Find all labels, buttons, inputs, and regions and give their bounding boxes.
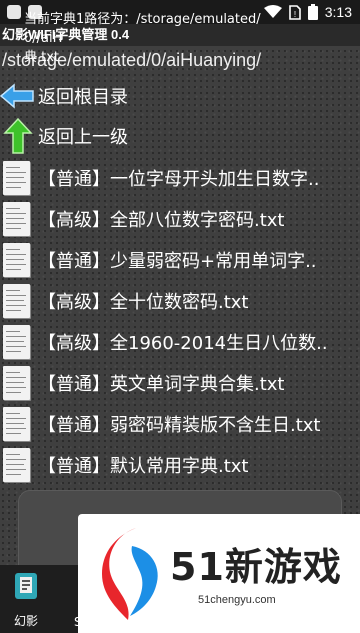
file-item[interactable]: 【高级】全部八位数字密码.txt <box>0 199 360 239</box>
back-up-label: 返回上一级 <box>38 127 128 148</box>
back-up-item[interactable]: 返回上一级 <box>0 116 360 156</box>
file-label: 【普通】默认常用字典.txt <box>38 456 249 477</box>
file-item[interactable]: 【普通】少量弱密码+常用单词字.. <box>0 240 360 280</box>
file-label: 【普通】一位字母开头加生日数字.. <box>38 169 320 190</box>
text-file-icon <box>3 202 30 236</box>
tab-huanying[interactable]: 幻影 <box>0 565 52 633</box>
file-label: 【普通】少量弱密码+常用单词字.. <box>38 251 317 272</box>
text-file-icon <box>3 448 30 482</box>
arrow-up-icon <box>3 118 33 154</box>
watermark-url: 51chengyu.com <box>198 594 276 606</box>
file-item[interactable]: 【普通】弱密码精装版不含生日.txt <box>0 404 360 444</box>
file-item[interactable]: 【高级】全1960-2014生日八位数.. <box>0 322 360 362</box>
watermark-brand: 51新游戏 <box>170 545 342 589</box>
text-file-icon <box>3 161 30 195</box>
file-label: 【普通】英文单词字典合集.txt <box>38 374 285 395</box>
file-label: 【普通】弱密码精装版不含生日.txt <box>38 415 321 436</box>
text-file-icon <box>3 407 30 441</box>
tab-huanying-label: 幻影 <box>13 614 38 628</box>
arrow-left-icon <box>0 83 34 109</box>
file-label: 【高级】全十位数密码.txt <box>38 292 249 313</box>
dict-path-line: 当前字典1路径为：/storage/emulated/ <box>24 12 261 27</box>
text-file-icon <box>3 325 30 359</box>
back-to-root-item[interactable]: 返回根目录 <box>0 76 360 116</box>
clock: 3:13 <box>324 4 352 20</box>
back-to-root-label: 返回根目录 <box>38 87 128 108</box>
file-item[interactable]: 【普通】一位字母开头加生日数字.. <box>0 158 360 198</box>
text-file-icon <box>3 284 30 318</box>
file-label: 【高级】全1960-2014生日八位数.. <box>38 333 328 354</box>
file-item[interactable]: 【普通】默认常用字典.txt <box>0 445 360 485</box>
dict-path-line: 0//aiH <box>24 31 63 46</box>
text-file-icon <box>3 243 30 277</box>
file-item[interactable]: 【高级】全十位数密码.txt <box>0 281 360 321</box>
notification-icon <box>7 5 21 19</box>
brand-logo-icon <box>102 528 158 620</box>
file-label: 【高级】全部八位数字密码.txt <box>38 210 285 231</box>
watermark-logo: 51新游戏 51chengyu.com <box>78 514 360 633</box>
dict-path-line: 典.txt <box>24 50 60 65</box>
current-dict-text: 当前字典1路径为：/storage/emulated/ 0//aiH 典.txt <box>24 10 316 67</box>
phone-icon <box>15 573 37 599</box>
text-file-icon <box>3 366 30 400</box>
file-item[interactable]: 【普通】英文单词字典合集.txt <box>0 363 360 403</box>
